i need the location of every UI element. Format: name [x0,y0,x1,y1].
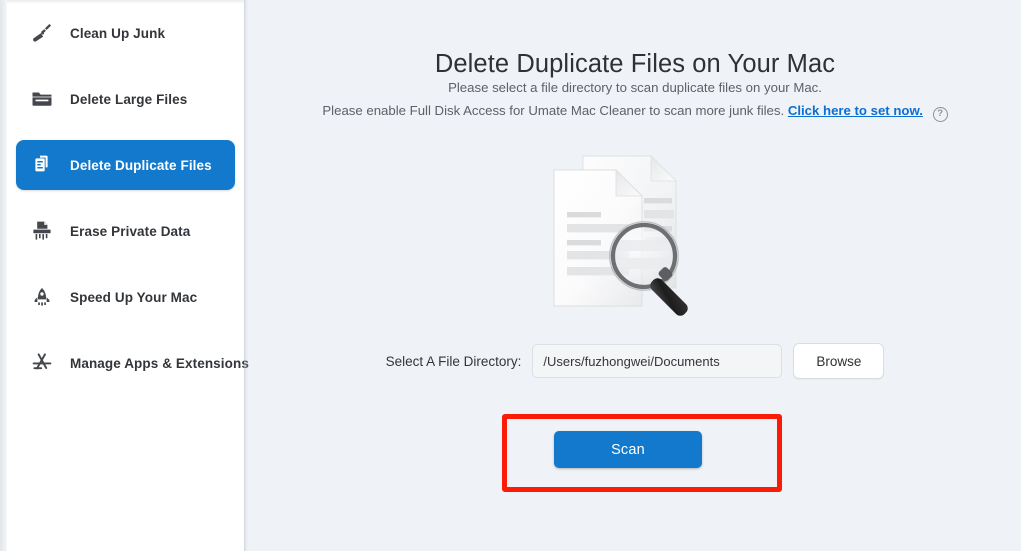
folder-icon [24,87,60,111]
duplicate-files-icon [24,153,60,177]
sidebar-item-speed-up-your-mac[interactable]: Speed Up Your Mac [16,272,235,322]
directory-selector-row: Select A File Directory: Browse [249,343,1021,379]
sidebar-item-label: Clean Up Junk [70,25,166,41]
app-window: Clean Up Junk Delete Large Files Delete … [0,0,1021,551]
shredder-icon [24,219,60,243]
sidebar-nav-list: Clean Up Junk Delete Large Files Delete … [7,8,249,404]
sidebar-item-label: Delete Duplicate Files [70,157,212,173]
sidebar-item-label: Manage Apps & Extensions [70,355,249,371]
sidebar-top-divider [7,0,244,4]
help-circle-icon[interactable]: ? [932,107,948,122]
page-title: Delete Duplicate Files on Your Mac [434,50,836,79]
directory-label: Select A File Directory: [385,353,522,369]
scan-button[interactable]: Scan [554,431,702,468]
sidebar-item-erase-private-data[interactable]: Erase Private Data [16,206,235,256]
browse-button[interactable]: Browse [793,343,885,379]
sidebar-item-label: Delete Large Files [70,91,188,107]
duplicate-documents-magnifier-illustration [534,148,714,318]
sidebar-item-manage-apps-extensions[interactable]: Manage Apps & Extensions [16,338,249,388]
sidebar-item-label: Erase Private Data [70,223,191,239]
full-disk-access-text: Please enable Full Disk Access for Umate… [322,103,785,118]
set-full-disk-access-link[interactable]: Click here to set now. [788,103,923,118]
rocket-icon [24,285,60,309]
sidebar-item-delete-duplicate-files[interactable]: Delete Duplicate Files [16,140,235,190]
sidebar: Clean Up Junk Delete Large Files Delete … [7,0,249,551]
broom-icon [24,21,60,45]
sidebar-item-label: Speed Up Your Mac [70,289,198,305]
main-content: Delete Duplicate Files on Your Mac Pleas… [249,0,1021,551]
sidebar-item-delete-large-files[interactable]: Delete Large Files [16,74,235,124]
sidebar-item-clean-up-junk[interactable]: Clean Up Junk [16,8,235,58]
page-subtitle-primary: Please select a file directory to scan d… [448,80,822,95]
app-store-icon [24,351,60,375]
window-left-gutter [0,0,7,551]
page-subtitle-secondary: Please enable Full Disk Access for Umate… [249,103,1021,122]
directory-input[interactable] [532,344,783,378]
